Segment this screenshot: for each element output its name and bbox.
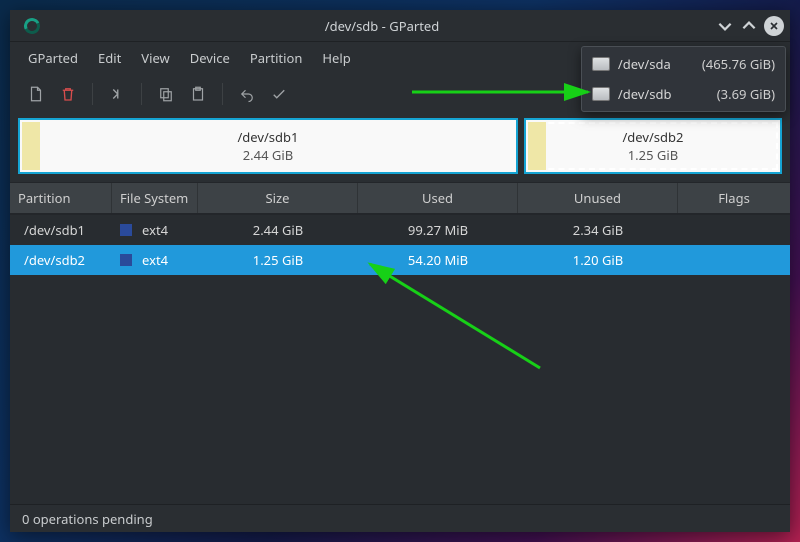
toolbar-separator — [92, 83, 93, 105]
cell-flags — [678, 224, 790, 236]
device-name: /dev/sdb — [618, 85, 694, 103]
window-controls — [716, 16, 784, 36]
ext4-color-icon — [120, 254, 132, 266]
cell-used: 54.20 MiB — [358, 245, 518, 275]
document-new-icon — [27, 85, 45, 103]
header-unused[interactable]: Unused — [518, 183, 678, 213]
cell-partition: /dev/sdb1 — [10, 215, 112, 245]
harddisk-icon — [592, 87, 610, 101]
partition-block-sdb2[interactable]: /dev/sdb2 1.25 GiB — [524, 118, 782, 174]
menu-device[interactable]: Device — [182, 46, 238, 70]
maximize-button[interactable] — [740, 17, 758, 35]
cell-filesystem-text: ext4 — [142, 221, 168, 239]
check-icon — [270, 85, 288, 103]
titlebar: /dev/sdb - GParted — [10, 10, 790, 42]
device-size: (465.76 GiB) — [702, 55, 775, 73]
used-space-indicator — [22, 122, 40, 170]
cell-size: 2.44 GiB — [198, 215, 358, 245]
menu-gparted[interactable]: GParted — [20, 46, 86, 70]
resize-icon — [108, 85, 126, 103]
status-text: 0 operations pending — [22, 510, 153, 528]
header-flags[interactable]: Flags — [678, 183, 790, 213]
device-option-sda[interactable]: /dev/sda (465.76 GiB) — [582, 49, 785, 79]
window-title: /dev/sdb - GParted — [48, 17, 716, 35]
harddisk-icon — [592, 57, 610, 71]
cell-unused: 1.20 GiB — [518, 245, 678, 275]
partition-block-sdb1[interactable]: /dev/sdb1 2.44 GiB — [18, 118, 518, 174]
paste-button[interactable] — [182, 80, 214, 108]
apply-button[interactable] — [263, 80, 295, 108]
device-option-sdb[interactable]: /dev/sdb (3.69 GiB) — [582, 79, 785, 109]
toolbar-separator — [141, 83, 142, 105]
cell-unused: 2.34 GiB — [518, 215, 678, 245]
close-icon — [768, 20, 780, 32]
menu-view[interactable]: View — [133, 46, 177, 70]
cell-size: 1.25 GiB — [198, 245, 358, 275]
cell-used: 99.27 MiB — [358, 215, 518, 245]
header-partition[interactable]: Partition — [10, 183, 112, 213]
statusbar: 0 operations pending — [10, 504, 790, 532]
chevron-up-icon — [740, 17, 758, 35]
partition-table-body: /dev/sdb1 ext4 2.44 GiB 99.27 MiB 2.34 G… — [10, 214, 790, 504]
cell-filesystem: ext4 — [112, 215, 198, 245]
partition-block-label: /dev/sdb1 — [237, 128, 298, 146]
close-button[interactable] — [764, 16, 784, 36]
menu-partition[interactable]: Partition — [242, 46, 311, 70]
device-name: /dev/sda — [618, 55, 694, 73]
delete-partition-button[interactable] — [52, 80, 84, 108]
disk-map: /dev/sdb1 2.44 GiB /dev/sdb2 1.25 GiB — [10, 118, 790, 182]
cell-partition: /dev/sdb2 — [10, 245, 112, 275]
gparted-window: /dev/sdb - GParted GParted Edit View Dev… — [10, 10, 790, 532]
app-icon — [22, 16, 42, 36]
undo-icon — [238, 85, 256, 103]
header-used[interactable]: Used — [358, 183, 518, 213]
ext4-color-icon — [120, 224, 132, 236]
header-filesystem[interactable]: File System — [112, 183, 198, 213]
header-size[interactable]: Size — [198, 183, 358, 213]
table-row[interactable]: /dev/sdb2 ext4 1.25 GiB 54.20 MiB 1.20 G… — [10, 245, 790, 275]
minimize-button[interactable] — [716, 17, 734, 35]
copy-icon — [157, 85, 175, 103]
cell-filesystem: ext4 — [112, 245, 198, 275]
new-partition-button[interactable] — [20, 80, 52, 108]
table-row[interactable]: /dev/sdb1 ext4 2.44 GiB 99.27 MiB 2.34 G… — [10, 215, 790, 245]
used-space-indicator — [528, 122, 546, 170]
partition-block-size: 1.25 GiB — [628, 146, 678, 164]
resize-move-button[interactable] — [101, 80, 133, 108]
undo-button[interactable] — [231, 80, 263, 108]
paste-icon — [189, 85, 207, 103]
cell-flags — [678, 254, 790, 266]
trash-icon — [59, 85, 77, 103]
partition-table-header: Partition File System Size Used Unused F… — [10, 182, 790, 214]
toolbar-separator — [222, 83, 223, 105]
cell-filesystem-text: ext4 — [142, 251, 168, 269]
device-size: (3.69 GiB) — [702, 85, 775, 103]
menu-help[interactable]: Help — [314, 46, 358, 70]
device-selector-popup: /dev/sda (465.76 GiB) /dev/sdb (3.69 GiB… — [581, 46, 786, 112]
chevron-down-icon — [716, 17, 734, 35]
copy-button[interactable] — [150, 80, 182, 108]
partition-block-size: 2.44 GiB — [243, 146, 293, 164]
menu-edit[interactable]: Edit — [90, 46, 129, 70]
partition-block-label: /dev/sdb2 — [622, 128, 683, 146]
